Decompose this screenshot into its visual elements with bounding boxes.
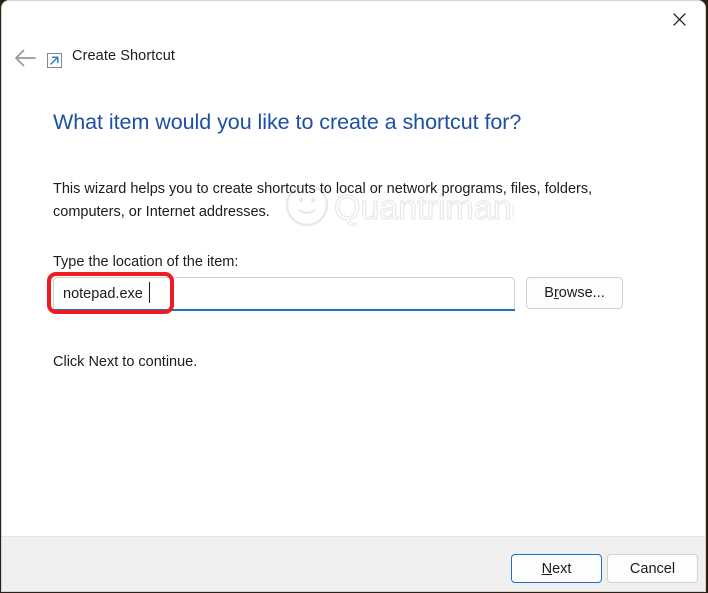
input-focus-underline	[53, 309, 515, 311]
browse-label-before: B	[544, 285, 554, 301]
browse-label-after: owse...	[559, 285, 605, 301]
next-button[interactable]: Next	[511, 554, 602, 583]
next-label-accel: N	[542, 561, 552, 577]
page-heading: What item would you like to create a sho…	[53, 110, 521, 135]
close-button[interactable]	[657, 3, 701, 35]
cancel-button[interactable]: Cancel	[607, 554, 698, 583]
browse-button[interactable]: Browse...	[526, 277, 623, 309]
window-titlebar: Create Shortcut	[2, 1, 705, 81]
create-shortcut-window: Create Shortcut Quantrimang What item wo…	[1, 0, 706, 592]
text-caret	[149, 282, 150, 303]
location-field-label: Type the location of the item:	[53, 254, 238, 270]
location-input[interactable]	[53, 277, 515, 309]
close-icon	[673, 13, 686, 26]
description-text: This wizard helps you to create shortcut…	[53, 178, 618, 224]
next-hint-text: Click Next to continue.	[53, 354, 197, 370]
back-button[interactable]	[9, 45, 41, 75]
cancel-label: Cancel	[630, 561, 675, 577]
next-label-after: ext	[552, 561, 571, 577]
back-arrow-icon	[14, 49, 36, 72]
shortcut-arrow-icon	[47, 51, 64, 68]
window-title: Create Shortcut	[72, 48, 175, 64]
